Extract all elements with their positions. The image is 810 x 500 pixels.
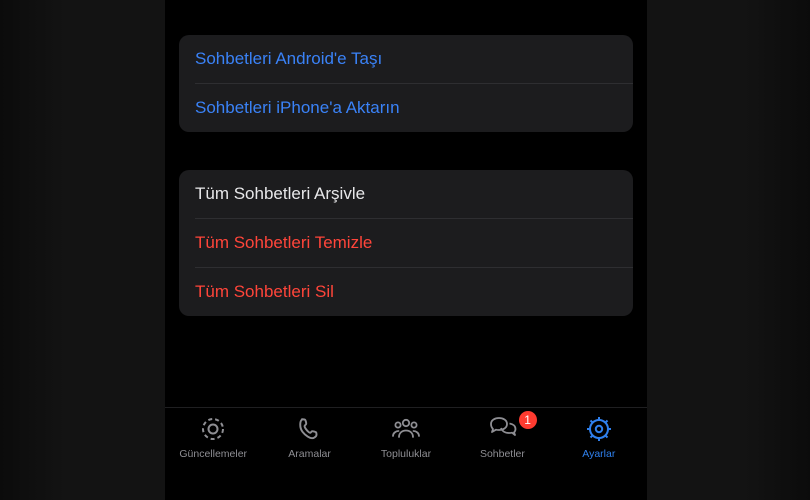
tab-label: Topluluklar <box>381 448 431 460</box>
chat-actions-card: Tüm Sohbetleri Arşivle Tüm Sohbetleri Te… <box>179 170 633 316</box>
clear-all-row[interactable]: Tüm Sohbetleri Temizle <box>179 219 633 267</box>
archive-all-row[interactable]: Tüm Sohbetleri Arşivle <box>179 170 633 218</box>
tab-label: Aramalar <box>288 448 331 460</box>
chats-icon <box>487 414 517 444</box>
tab-calls[interactable]: Aramalar <box>261 414 357 460</box>
tab-updates[interactable]: Güncellemeler <box>165 414 261 460</box>
tab-chats[interactable]: 1 Sohbetler <box>454 414 550 460</box>
status-icon <box>198 414 228 444</box>
phone-screen: Sohbetleri Android'e Taşı Sohbetleri iPh… <box>165 0 647 500</box>
tab-label: Sohbetler <box>480 448 525 460</box>
phone-icon <box>295 414 325 444</box>
transfer-card: Sohbetleri Android'e Taşı Sohbetleri iPh… <box>179 35 633 132</box>
move-to-android-row[interactable]: Sohbetleri Android'e Taşı <box>179 35 633 83</box>
communities-icon <box>391 414 421 444</box>
tab-settings[interactable]: Ayarlar <box>551 414 647 460</box>
gear-icon <box>584 414 614 444</box>
tab-communities[interactable]: Topluluklar <box>358 414 454 460</box>
tab-bar: Güncellemeler Aramalar <box>165 407 647 500</box>
tab-label: Ayarlar <box>582 448 615 460</box>
chats-badge: 1 <box>519 411 537 429</box>
app-screenshot: Sohbetleri Android'e Taşı Sohbetleri iPh… <box>0 0 810 500</box>
transfer-to-iphone-row[interactable]: Sohbetleri iPhone'a Aktarın <box>179 84 633 132</box>
delete-all-row[interactable]: Tüm Sohbetleri Sil <box>179 268 633 316</box>
tab-label: Güncellemeler <box>179 448 247 460</box>
